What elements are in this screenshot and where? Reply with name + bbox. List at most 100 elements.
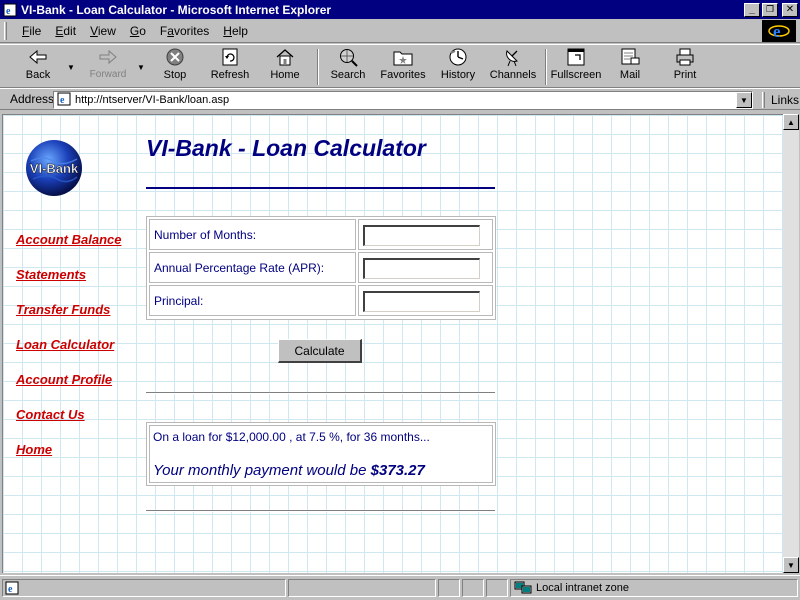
chevron-down-icon: ▼: [740, 95, 748, 105]
horizontal-rule: [146, 510, 495, 512]
months-row: Number of Months:: [149, 219, 493, 250]
back-dropdown-icon[interactable]: ▼: [67, 63, 75, 72]
vertical-scrollbar[interactable]: ▲ ▼: [783, 114, 799, 573]
home-button[interactable]: Home: [260, 47, 310, 87]
menu-file[interactable]: File: [15, 24, 48, 38]
chevron-down-icon: ▼: [787, 560, 795, 570]
apr-row: Annual Percentage Rate (APR):: [149, 252, 493, 283]
menu-go-rest: o: [139, 23, 146, 38]
minimize-icon: _: [749, 3, 755, 15]
channels-satellite-icon: [506, 50, 518, 67]
nav-account-balance[interactable]: Account Balance: [16, 232, 121, 247]
payment-prefix: Your monthly payment would be: [153, 462, 367, 479]
favorites-button[interactable]: Favorites: [375, 47, 431, 87]
back-button[interactable]: Back: [12, 47, 64, 87]
svg-text:e: e: [60, 95, 65, 106]
menu-help-rest: elp: [231, 23, 248, 38]
status-progress-panel: [288, 579, 436, 597]
horizontal-rule: [146, 392, 495, 394]
minimize-button[interactable]: _: [744, 2, 760, 17]
mail-icon: [621, 48, 640, 65]
stop-button[interactable]: Stop: [150, 47, 200, 87]
refresh-button[interactable]: Refresh: [204, 47, 256, 87]
ie-page-icon: e: [57, 92, 71, 109]
calculate-button[interactable]: Calculate: [278, 339, 362, 363]
links-label: Links: [771, 93, 800, 107]
nav-contact-us[interactable]: Contact Us: [16, 407, 85, 422]
principal-cell: [358, 285, 493, 316]
scroll-down-button[interactable]: ▼: [783, 557, 799, 573]
status-bar: e Local intranet zone: [0, 575, 800, 600]
home-label: Home: [270, 69, 300, 81]
forward-arrow-icon: [99, 49, 117, 65]
menu-favorites[interactable]: Favorites: [153, 24, 216, 38]
search-button[interactable]: Search: [323, 47, 373, 87]
logo-text: VI-Bank: [30, 161, 79, 176]
forward-label: Forward: [89, 69, 127, 80]
menu-view[interactable]: View: [83, 24, 123, 38]
loan-form-table: Number of Months: Annual Percentage Rate…: [146, 216, 496, 320]
result-summary: On a loan for $12,000.00 , at 7.5 %, for…: [153, 430, 430, 444]
back-arrow-icon: [29, 49, 47, 65]
menu-help-key: H: [223, 23, 232, 38]
nav-statements[interactable]: Statements: [16, 267, 86, 282]
favorites-label: Favorites: [380, 69, 426, 81]
close-button[interactable]: ✕: [782, 2, 798, 17]
svg-text:e: e: [8, 584, 13, 595]
nav-loan-calculator[interactable]: Loan Calculator: [16, 337, 114, 352]
toolbar-separator: [545, 49, 547, 85]
menu-favorites-rest: vorites: [173, 23, 210, 38]
printer-icon: [676, 48, 694, 66]
toolbar-separator: [317, 49, 319, 85]
nav-transfer-funds[interactable]: Transfer Funds: [16, 302, 110, 317]
principal-label: Principal:: [149, 285, 356, 316]
links-toolbar[interactable]: Links: [762, 91, 799, 109]
status-panel: [462, 579, 484, 597]
back-label: Back: [25, 69, 51, 81]
home-icon: [276, 49, 294, 66]
mail-button[interactable]: Mail: [607, 47, 653, 87]
restore-button[interactable]: ❐: [762, 2, 778, 17]
history-icon: [449, 48, 467, 66]
forward-dropdown-icon[interactable]: ▼: [137, 63, 145, 72]
nav-home[interactable]: Home: [16, 442, 52, 457]
menu-favorites-key: a: [167, 23, 174, 38]
apr-input[interactable]: [363, 258, 480, 279]
forward-button[interactable]: Forward: [80, 47, 136, 87]
security-zone-panel[interactable]: Local intranet zone: [510, 579, 798, 597]
history-button[interactable]: History: [434, 47, 482, 87]
restore-icon: ❐: [765, 4, 775, 14]
menu-view-rest: iew: [97, 23, 116, 38]
menu-go-key: G: [129, 23, 140, 38]
menu-go[interactable]: Go: [123, 24, 153, 38]
page-viewport: VI-Bank Account Balance Statements Trans…: [2, 114, 783, 573]
search-globe-icon: [340, 49, 358, 67]
months-input[interactable]: [363, 225, 480, 246]
vi-bank-logo: VI-Bank: [26, 140, 82, 196]
channels-button[interactable]: Channels: [485, 47, 541, 87]
status-text-panel: e: [2, 579, 286, 597]
apr-label: Annual Percentage Rate (APR):: [149, 252, 356, 283]
address-dropdown-button[interactable]: ▼: [736, 92, 752, 108]
menu-edit-rest: dit: [63, 23, 77, 38]
nav-account-profile[interactable]: Account Profile: [16, 372, 112, 387]
principal-input[interactable]: [363, 291, 480, 312]
address-field[interactable]: e http://ntserver/VI-Bank/loan.asp ▼: [53, 91, 753, 109]
links-grip: [762, 92, 765, 108]
menu-help[interactable]: Help: [216, 24, 255, 38]
result-payment: Your monthly payment would be $373.27: [153, 462, 425, 479]
payment-amount: $373.27: [370, 462, 425, 479]
scroll-up-button[interactable]: ▲: [783, 114, 799, 130]
mail-label: Mail: [619, 69, 641, 81]
ie-logo-icon: e: [768, 22, 790, 41]
stop-icon: [166, 48, 184, 66]
fullscreen-icon: [567, 48, 585, 66]
ie-throbber-logo: e: [762, 20, 796, 42]
title-divider: [146, 187, 495, 189]
refresh-label: Refresh: [210, 69, 250, 81]
title-bar: e VI-Bank - Loan Calculator - Microsoft …: [0, 0, 800, 19]
fullscreen-button[interactable]: Fullscreen: [549, 47, 603, 87]
close-icon: ✕: [785, 3, 795, 15]
print-button[interactable]: Print: [662, 47, 708, 87]
menu-edit[interactable]: Edit: [48, 24, 83, 38]
